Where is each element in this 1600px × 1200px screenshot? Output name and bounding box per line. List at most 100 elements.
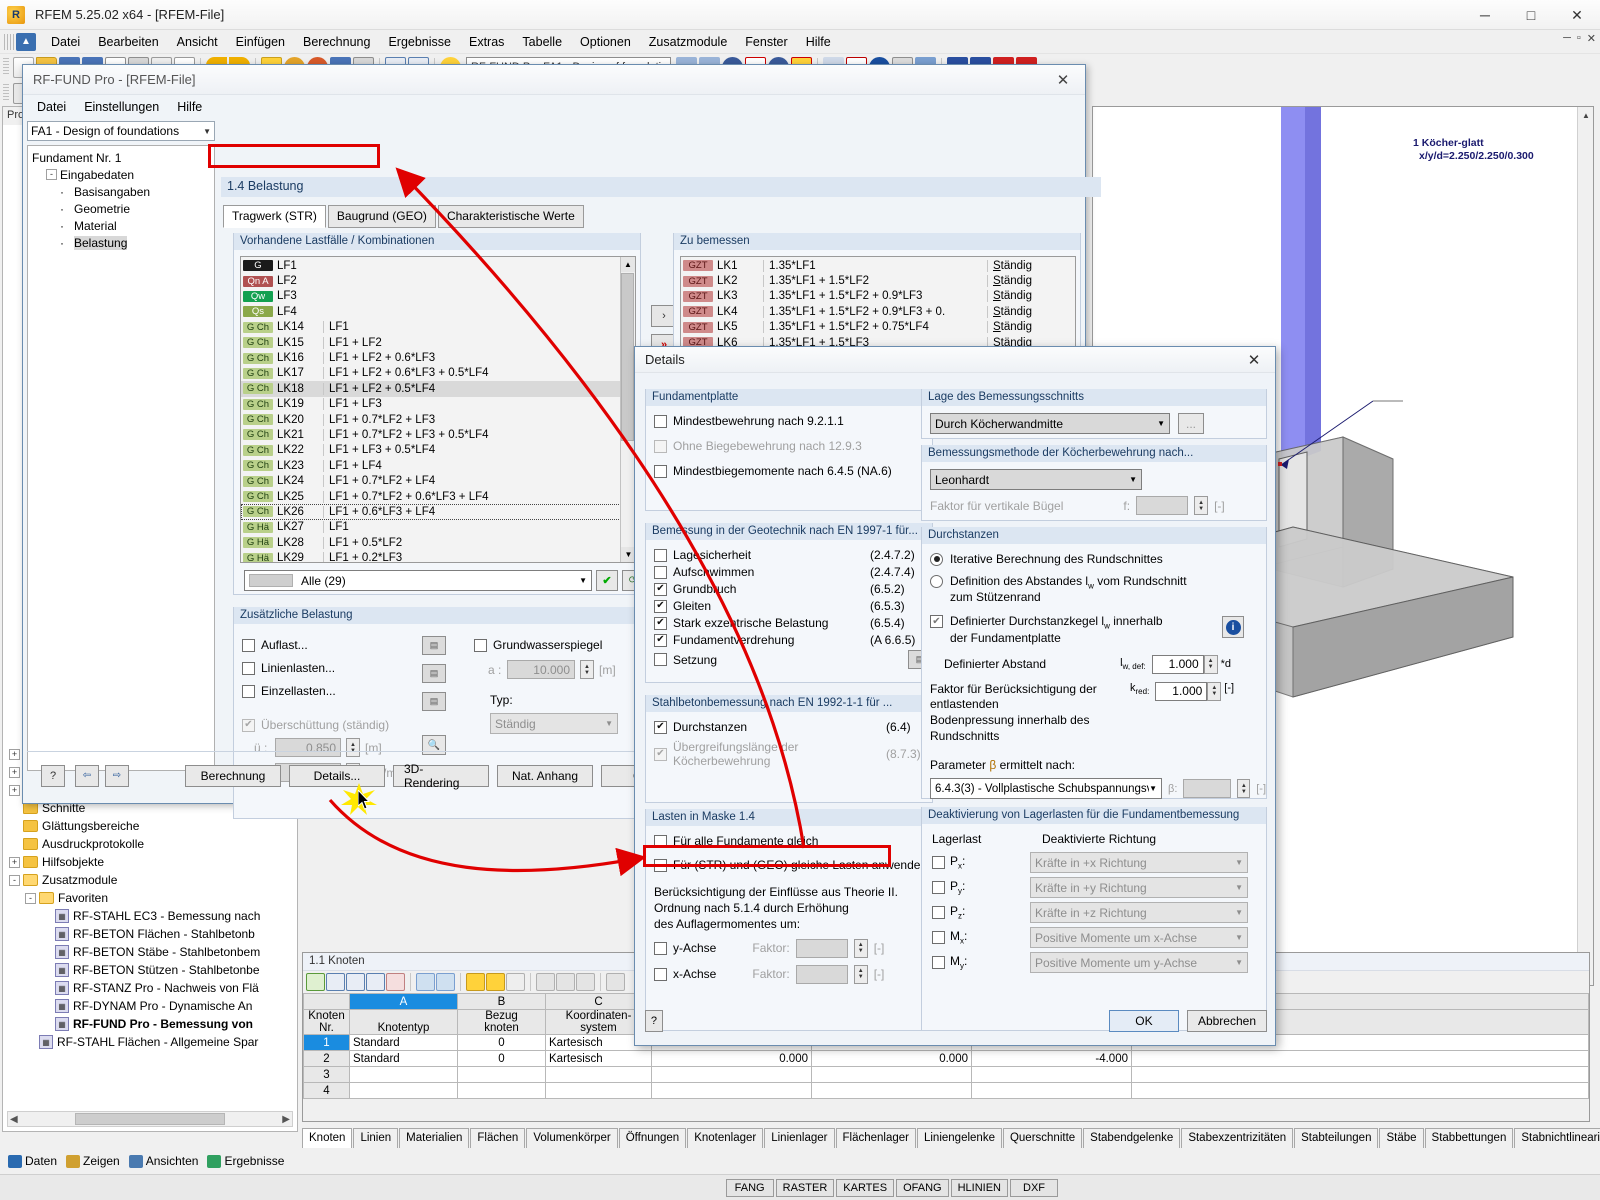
geo-check-row-5[interactable]: ✔Fundamentverdrehung(A 6.6.5) (654, 633, 932, 647)
assigned-load-row[interactable]: GZTLK41.35*LF1 + 1.5*LF2 + 0.9*LF3 + 0.S… (681, 304, 1075, 319)
geo-checkbox-4[interactable]: ✔ (654, 617, 667, 630)
status-button-hlinien[interactable]: HLINIEN (951, 1179, 1008, 1197)
details-ok-button[interactable]: OK (1109, 1010, 1179, 1032)
assigned-load-row[interactable]: GZTLK51.35*LF1 + 1.5*LF2 + 0.75*LF4Ständ… (681, 320, 1075, 335)
mask-tab-1[interactable]: Baugrund (GEO) (328, 205, 436, 228)
available-load-row[interactable]: G ChLK17LF1 + LF2 + 0.6*LF3 + 0.5*LF4 (241, 366, 635, 381)
load-category[interactable]: Ständig (987, 260, 1075, 272)
durchstanzkegel-checkbox[interactable]: ✔ (930, 615, 943, 628)
maximize-button[interactable]: □ (1508, 0, 1554, 30)
geo-checkbox-2[interactable]: ✔ (654, 583, 667, 596)
fund-menu-hilfe[interactable]: Hilfe (177, 100, 202, 114)
kred-input[interactable]: 1.000 (1155, 682, 1207, 701)
einzellasten-row[interactable]: Einzellasten... (242, 684, 422, 698)
mdi-minimize[interactable]: ─ (1563, 32, 1571, 45)
navigator-hscrollbar[interactable]: ◀ ▶ (7, 1111, 293, 1127)
table-import-icon[interactable] (346, 973, 365, 991)
fund-tree-item-3[interactable]: ·Geometrie (30, 200, 212, 217)
available-load-row[interactable]: G HäLK29LF1 + 0.2*LF3 (241, 550, 635, 563)
einzellasten-pick-button[interactable]: ▤ (422, 692, 446, 711)
cell-koordinatensystem[interactable] (546, 1067, 652, 1083)
deact-checkbox-4[interactable] (932, 956, 945, 969)
tree-expander-icon[interactable]: + (9, 857, 20, 868)
geo-check-row-1[interactable]: Aufschwimmen(2.4.7.4) (654, 565, 932, 579)
navigator-item-10[interactable]: ▦RF-BETON Flächen - Stahlbetonb (9, 925, 297, 943)
definierter-abstand-input[interactable]: 1.000 (1152, 655, 1204, 674)
available-load-row[interactable]: G ChLK18LF1 + LF2 + 0.5*LF4 (241, 381, 635, 396)
table-prev-icon[interactable] (416, 973, 435, 991)
deact-direction-combo-2[interactable]: Kräfte in +z Richtung▼ (1030, 902, 1248, 923)
menu-extras[interactable]: Extras (460, 33, 513, 51)
available-load-row[interactable]: G ChLK20LF1 + 0.7*LF2 + LF3 (241, 412, 635, 427)
deact-checkbox-2[interactable] (932, 906, 945, 919)
rf-fund-close-button[interactable]: ✕ (1043, 67, 1083, 93)
y-achse-checkbox[interactable] (654, 942, 667, 955)
available-load-row[interactable]: G ChLK19LF1 + LF3 (241, 397, 635, 412)
typ-combo[interactable]: Ständig ▼ (490, 713, 618, 734)
cell-bezugknoten[interactable]: 0 (458, 1035, 546, 1051)
menu-tabelle[interactable]: Tabelle (513, 33, 571, 51)
x-achse-checkbox[interactable] (654, 968, 667, 981)
f-spinner[interactable]: ▲▼ (1194, 496, 1208, 515)
table-tab-öffnungen[interactable]: Öffnungen (619, 1128, 687, 1148)
deact-row-0[interactable]: Px:Kräfte in +x Richtung▼ (932, 852, 1266, 873)
status-button-kartes[interactable]: KARTES (836, 1179, 894, 1197)
load-category[interactable]: Ständig (987, 306, 1075, 318)
deact-direction-combo-4[interactable]: Positive Momente um y-Achse▼ (1030, 952, 1248, 973)
durchstanzen-info-button[interactable]: i (1222, 616, 1244, 638)
details-help-button[interactable]: ? (645, 1010, 663, 1032)
f-input[interactable] (1136, 496, 1188, 515)
table-undo-icon[interactable] (466, 973, 485, 991)
available-load-row[interactable]: G ChLK14LF1 (241, 320, 635, 335)
list-scroll-thumb[interactable] (621, 273, 634, 441)
table-tab-stäbe[interactable]: Stäbe (1379, 1128, 1423, 1148)
navigator-item-8[interactable]: -Favoriten (9, 889, 297, 907)
nav-tab-ansichten[interactable]: Ansichten (129, 1154, 199, 1168)
table-row[interactable]: 4 (304, 1083, 1589, 1099)
scroll-right-icon[interactable]: ▶ (282, 1114, 290, 1125)
cell-y[interactable] (812, 1067, 972, 1083)
table-export-icon[interactable] (366, 973, 385, 991)
nav-tab-ergebnisse[interactable]: Ergebnisse (207, 1154, 284, 1168)
cell-x[interactable] (652, 1067, 812, 1083)
nav-tab-zeigen[interactable]: Zeigen (66, 1154, 120, 1168)
table-tab-querschnitte[interactable]: Querschnitte (1003, 1128, 1082, 1148)
deact-row-1[interactable]: Py:Kräfte in +y Richtung▼ (932, 877, 1266, 898)
cell-z[interactable]: -4.000 (972, 1051, 1132, 1067)
table-add-icon[interactable] (536, 973, 555, 991)
bemessungsschnitt-ellipsis-button[interactable]: ... (1178, 413, 1204, 434)
x-faktor-input[interactable] (796, 965, 848, 984)
table-tab-stabexzentrizitäten[interactable]: Stabexzentrizitäten (1181, 1128, 1293, 1148)
mask-tab-0[interactable]: Tragwerk (STR) (223, 205, 326, 228)
menu-einfuegen[interactable]: Einfügen (227, 33, 294, 51)
close-button[interactable]: ✕ (1554, 0, 1600, 30)
assigned-load-row[interactable]: GZTLK31.35*LF1 + 1.5*LF2 + 0.9*LF3Ständi… (681, 289, 1075, 304)
str-geo-gleiche-lasten-checkbox[interactable] (654, 859, 667, 872)
iterative-radio[interactable] (930, 553, 943, 566)
cell-z[interactable] (972, 1083, 1132, 1099)
table-tab-linienlager[interactable]: Linienlager (764, 1128, 834, 1148)
fund-button-berechnung[interactable]: Berechnung (185, 765, 281, 787)
fund-tree-item-0[interactable]: Fundament Nr. 1 (30, 149, 212, 166)
navigator-item-16[interactable]: ▦RF-STAHL Flächen - Allgemeine Spar (9, 1033, 297, 1051)
table-tab-materialien[interactable]: Materialien (399, 1128, 469, 1148)
available-load-row[interactable]: QsLF4 (241, 304, 635, 319)
available-load-row[interactable]: G ChLK26LF1 + 0.6*LF3 + LF4 (241, 504, 635, 519)
assigned-load-row[interactable]: GZTLK21.35*LF1 + 1.5*LF2Ständig (681, 273, 1075, 288)
status-button-dxf[interactable]: DXF (1010, 1179, 1058, 1197)
grundwasser-row[interactable]: Grundwasserspiegel (474, 638, 634, 652)
menu-berechnung[interactable]: Berechnung (294, 33, 379, 51)
cell-z[interactable] (972, 1067, 1132, 1083)
fund-tree-item-1[interactable]: -Eingabedaten (30, 166, 212, 183)
table-row[interactable]: 3 (304, 1067, 1589, 1083)
geo-check-row-2[interactable]: ✔Grundbruch(6.5.2) (654, 582, 932, 596)
scroll-left-icon[interactable]: ◀ (10, 1114, 18, 1125)
beta-method-combo[interactable]: 6.4.3(3) - Vollplastische Schubspannungs… (930, 778, 1162, 799)
available-load-row[interactable]: G ChLK21LF1 + 0.7*LF2 + LF3 + 0.5*LF4 (241, 427, 635, 442)
cell-bezugknoten[interactable] (458, 1083, 546, 1099)
deact-row-4[interactable]: My:Positive Momente um y-Achse▼ (932, 952, 1266, 973)
assigned-load-row[interactable]: GZTLK11.35*LF1Ständig (681, 258, 1075, 273)
available-loads-list[interactable]: GLF1Qn ALF2QwLF3QsLF4G ChLK14LF1G ChLK15… (240, 256, 636, 563)
alle-fundamente-row[interactable]: Für alle Fundamente gleich (654, 834, 932, 848)
navigator-item-4[interactable]: Glättungsbereiche (9, 817, 297, 835)
